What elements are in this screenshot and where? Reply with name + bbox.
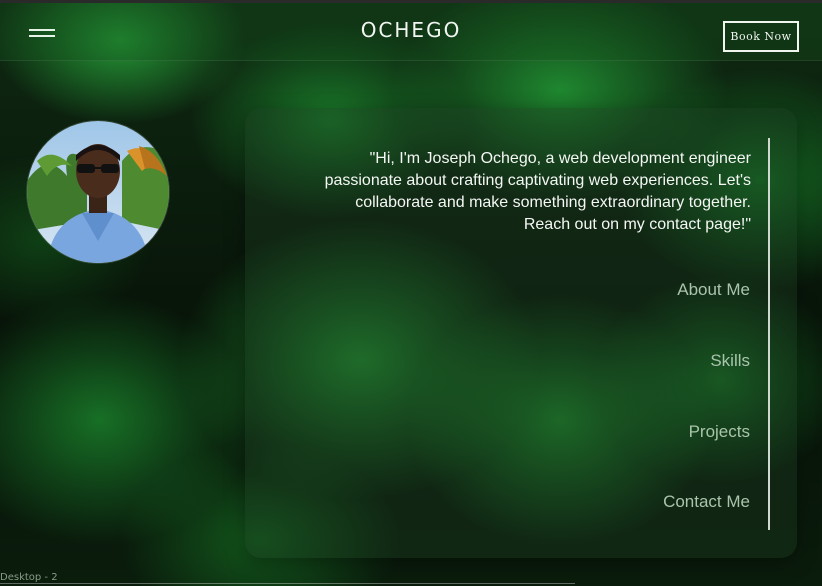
nav-item-skills[interactable]: Skills <box>710 351 750 371</box>
nav-item-about-me[interactable]: About Me <box>677 280 750 300</box>
intro-card: "Hi, I'm Joseph Ochego, a web developmen… <box>245 108 797 558</box>
site-logo[interactable]: OCHEGO <box>0 18 822 42</box>
frame-border <box>0 583 575 584</box>
nav-item-projects[interactable]: Projects <box>689 422 750 442</box>
profile-avatar <box>27 121 169 263</box>
profile-photo <box>27 121 169 263</box>
nav-item-contact-me[interactable]: Contact Me <box>663 492 750 512</box>
section-nav: About Me Skills Projects Contact Me <box>490 108 750 558</box>
nav-divider <box>768 138 770 530</box>
top-navbar: OCHEGO Book Now <box>0 0 822 61</box>
page: OCHEGO Book Now "Hi, I'm Joseph Ochego, … <box>0 0 822 586</box>
book-now-button[interactable]: Book Now <box>723 21 799 52</box>
frame-label: Desktop - 2 <box>0 572 58 583</box>
